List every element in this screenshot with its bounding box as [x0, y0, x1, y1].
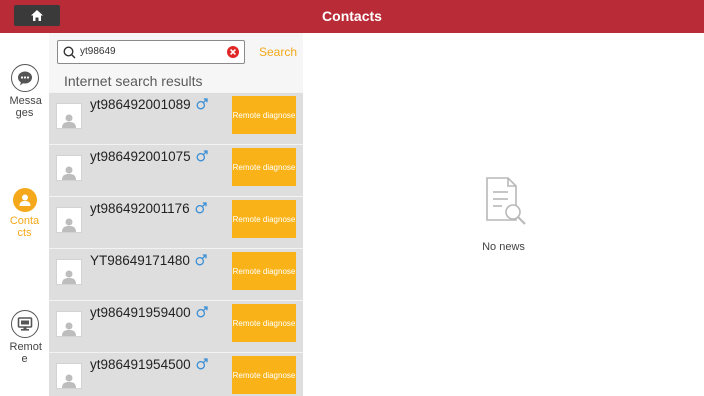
- chat-bubble-icon: [10, 64, 39, 92]
- table-row[interactable]: yt986492001075 Remote diagnose: [49, 144, 303, 196]
- table-row[interactable]: yt986491954500 Remote diagnose: [49, 352, 303, 396]
- contact-name: yt986491954500: [90, 357, 191, 372]
- male-icon: [195, 254, 207, 266]
- sidebar-item-label: Conta cts: [9, 215, 40, 239]
- male-icon: [196, 306, 208, 318]
- sidebar-item-label: Remot e: [9, 341, 42, 365]
- empty-state-text: No news: [482, 241, 525, 253]
- top-bar: Contacts: [0, 0, 704, 33]
- avatar: [56, 207, 82, 233]
- male-icon: [196, 358, 208, 370]
- avatar: [56, 259, 82, 285]
- table-row[interactable]: yt986492001089 Remote diagnose: [49, 92, 303, 144]
- remote-diagnose-button[interactable]: Remote diagnose: [232, 304, 296, 342]
- sidebar-item-messages[interactable]: Messa ges: [0, 64, 49, 119]
- contact-name: YT98649171480: [90, 253, 190, 268]
- male-icon: [195, 202, 207, 214]
- remote-diagnose-button[interactable]: Remote diagnose: [232, 356, 296, 394]
- clear-icon[interactable]: [227, 46, 239, 58]
- person-icon: [12, 188, 37, 212]
- monitor-icon: [10, 310, 39, 338]
- contact-name-row: yt986491959400: [90, 305, 208, 320]
- search-button[interactable]: Search: [259, 45, 297, 59]
- table-row[interactable]: yt986491959400 Remote diagnose: [49, 300, 303, 352]
- contact-name: yt986491959400: [90, 305, 191, 320]
- remote-diagnose-button[interactable]: Remote diagnose: [232, 96, 296, 134]
- remote-diagnose-button[interactable]: Remote diagnose: [232, 148, 296, 186]
- avatar: [56, 155, 82, 181]
- page-title: Contacts: [322, 8, 382, 24]
- sidebar-item-label: Messa ges: [9, 95, 42, 119]
- remote-diagnose-button[interactable]: Remote diagnose: [232, 200, 296, 238]
- contact-name-row: yt986492001089: [90, 97, 208, 112]
- search-icon: [63, 46, 76, 59]
- table-row[interactable]: YT98649171480 Remote diagnose: [49, 248, 303, 300]
- contact-list-panel: yt98649 Search Internet search results y…: [49, 33, 303, 396]
- sidebar-item-remote[interactable]: Remot e: [0, 310, 49, 365]
- contact-name-row: yt986492001075: [90, 149, 208, 164]
- contact-name-row: YT98649171480: [90, 253, 207, 268]
- avatar: [56, 311, 82, 337]
- contact-name-row: yt986491954500: [90, 357, 208, 372]
- contact-name-row: yt986492001176: [90, 201, 207, 216]
- male-icon: [196, 150, 208, 162]
- avatar: [56, 363, 82, 389]
- sidebar-item-contacts[interactable]: Conta cts: [0, 188, 49, 239]
- detail-pane: No news: [303, 33, 704, 396]
- contact-name: yt986492001089: [90, 97, 191, 112]
- document-search-icon: [486, 177, 526, 225]
- search-input[interactable]: yt98649: [57, 40, 245, 64]
- search-value: yt98649: [80, 46, 116, 57]
- avatar: [56, 103, 82, 129]
- sidebar: Messa ges Conta cts Remot e: [0, 33, 50, 396]
- contact-name: yt986492001176: [90, 201, 190, 216]
- results-heading: Internet search results: [64, 73, 203, 89]
- male-icon: [196, 98, 208, 110]
- remote-diagnose-button[interactable]: Remote diagnose: [232, 252, 296, 290]
- table-row[interactable]: yt986492001176 Remote diagnose: [49, 196, 303, 248]
- contact-name: yt986492001075: [90, 149, 191, 164]
